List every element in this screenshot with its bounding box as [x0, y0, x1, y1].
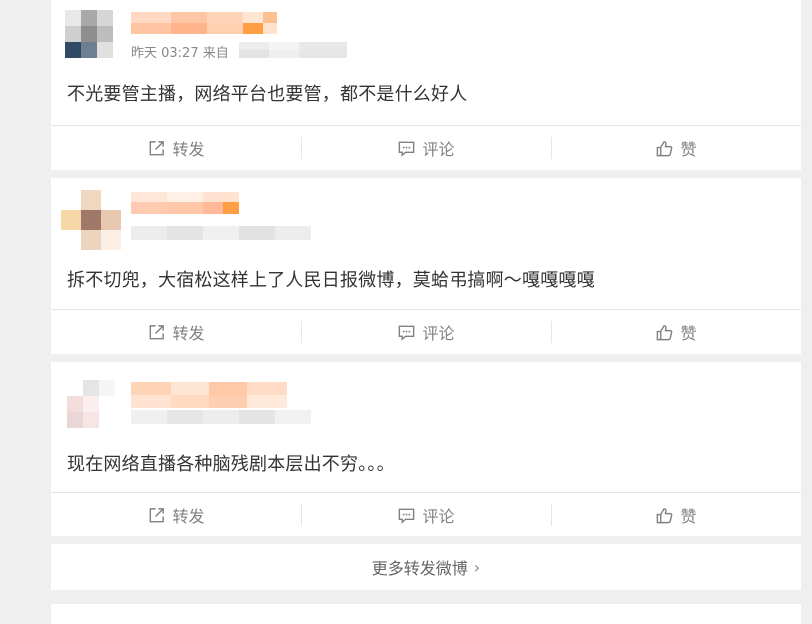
avatar[interactable] — [67, 380, 115, 428]
post-actions: 转发 评论 赞 — [51, 125, 801, 170]
next-card — [51, 604, 801, 624]
comment-button[interactable]: 评论 — [301, 126, 551, 170]
repost-icon — [150, 324, 165, 339]
post-card: 拆不切兜，大宿松这样上了人民日报微博，莫蛤弔搞啊～嘎嘎嘎嘎 转发 评论 赞 — [51, 178, 801, 354]
repost-label: 转发 — [172, 507, 205, 526]
like-button[interactable]: 赞 — [551, 310, 801, 354]
comment-icon — [399, 508, 415, 524]
username-obscured[interactable] — [131, 12, 279, 34]
meta-obscured — [131, 410, 311, 424]
like-icon — [657, 140, 673, 156]
like-label: 赞 — [680, 324, 697, 343]
like-button[interactable]: 赞 — [551, 493, 801, 537]
comment-icon — [399, 141, 415, 157]
repost-button[interactable]: 转发 — [51, 493, 301, 537]
post-text: 拆不切兜，大宿松这样上了人民日报微博，莫蛤弔搞啊～嘎嘎嘎嘎 — [67, 270, 595, 291]
avatar[interactable] — [61, 190, 121, 250]
repost-button[interactable]: 转发 — [51, 126, 301, 170]
comment-button[interactable]: 评论 — [301, 310, 551, 354]
comment-button[interactable]: 评论 — [301, 493, 551, 537]
post-card: 昨天 03:27 来自 不光要管主播，网络平台也要管，都不是什么好人 转发 评论… — [51, 0, 801, 170]
post-meta: 昨天 03:27 来自 — [131, 46, 229, 61]
meta-obscured — [131, 226, 313, 240]
like-icon — [657, 507, 673, 523]
username-obscured[interactable] — [131, 382, 289, 408]
post-actions: 转发 评论 赞 — [51, 492, 801, 537]
like-icon — [657, 324, 673, 340]
comment-icon — [399, 325, 415, 341]
repost-icon — [150, 507, 165, 522]
like-label: 赞 — [680, 140, 697, 159]
more-reposts-label: 更多转发微博 — [371, 559, 468, 578]
username-obscured[interactable] — [131, 192, 241, 216]
repost-label: 转发 — [172, 324, 205, 343]
like-label: 赞 — [680, 507, 697, 526]
comment-label: 评论 — [422, 507, 455, 526]
post-text: 现在网络直播各种脑残剧本层出不穷。。。 — [67, 454, 395, 475]
post-card: 现在网络直播各种脑残剧本层出不穷。。。 转发 评论 赞 — [51, 362, 801, 536]
comment-label: 评论 — [422, 324, 455, 343]
like-button[interactable]: 赞 — [551, 126, 801, 170]
post-actions: 转发 评论 赞 — [51, 309, 801, 354]
post-text: 不光要管主播，网络平台也要管，都不是什么好人 — [67, 84, 468, 105]
more-reposts-link[interactable]: 更多转发微博 › — [51, 544, 801, 590]
chevron-right-icon: › — [473, 557, 481, 577]
repost-button[interactable]: 转发 — [51, 310, 301, 354]
avatar[interactable] — [65, 10, 113, 58]
comment-label: 评论 — [422, 140, 455, 159]
source-obscured — [239, 42, 347, 58]
repost-icon — [150, 140, 165, 155]
repost-label: 转发 — [172, 140, 205, 159]
